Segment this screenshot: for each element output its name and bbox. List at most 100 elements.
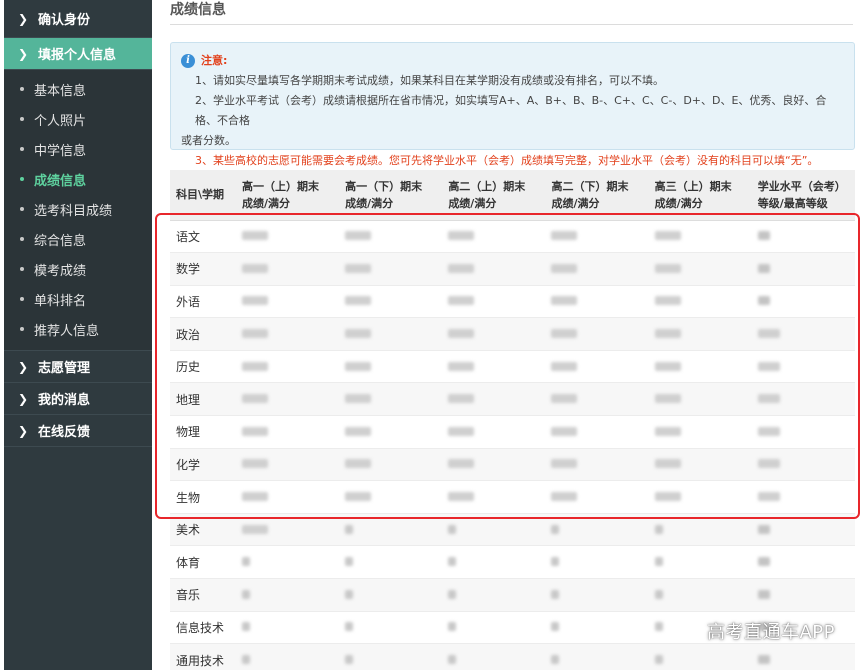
grade-cell[interactable]: [648, 545, 752, 580]
grade-cell[interactable]: [442, 448, 546, 482]
sidebar-group-feedback[interactable]: ❯ 在线反馈: [4, 415, 152, 447]
grade-cell[interactable]: [648, 415, 752, 449]
grade-cell[interactable]: [339, 545, 443, 580]
grade-cell[interactable]: [236, 545, 340, 580]
grade-cell[interactable]: [236, 611, 340, 645]
grade-cell[interactable]: [442, 611, 546, 645]
sidebar-group-confirm-identity[interactable]: ❯ 确认身份: [4, 0, 152, 38]
grade-cell[interactable]: [648, 643, 752, 670]
sidebar-group-messages[interactable]: ❯ 我的消息: [4, 383, 152, 415]
sidebar-item-basic-info[interactable]: 基本信息: [4, 74, 152, 104]
grade-cell[interactable]: [545, 317, 649, 351]
grade-cell[interactable]: [236, 220, 340, 254]
grade-cell[interactable]: [339, 252, 443, 286]
grade-cell[interactable]: [545, 578, 649, 612]
grade-cell[interactable]: [545, 611, 649, 645]
grade-cell[interactable]: [339, 578, 443, 612]
grade-cell[interactable]: [236, 382, 340, 417]
grade-cell[interactable]: [236, 317, 340, 351]
grade-cell[interactable]: [339, 480, 443, 514]
grade-cell[interactable]: [339, 350, 443, 384]
sidebar-item-mock-exam[interactable]: 模考成绩: [4, 254, 152, 284]
grade-cell[interactable]: [339, 220, 443, 254]
grade-cell[interactable]: [236, 252, 340, 286]
grade-cell[interactable]: [648, 350, 752, 384]
grade-cell[interactable]: [545, 415, 649, 449]
obscured-value: [448, 296, 475, 306]
grade-cell[interactable]: [648, 578, 752, 612]
grade-cell[interactable]: [236, 578, 340, 612]
grade-cell[interactable]: [339, 415, 443, 449]
grade-cell[interactable]: [442, 578, 546, 612]
grade-cell[interactable]: [751, 545, 855, 580]
grade-cell[interactable]: [751, 448, 855, 482]
sidebar-item-elective-grades[interactable]: 选考科目成绩: [4, 194, 152, 224]
grade-cell[interactable]: [751, 480, 855, 514]
grade-cell[interactable]: [751, 382, 855, 417]
grade-cell[interactable]: [442, 285, 546, 319]
grade-cell[interactable]: [339, 317, 443, 351]
grade-cell[interactable]: [648, 317, 752, 351]
grade-cell[interactable]: [442, 480, 546, 514]
grade-cell[interactable]: [751, 252, 855, 286]
grade-cell[interactable]: [545, 285, 649, 319]
grade-cell[interactable]: [648, 382, 752, 417]
grade-cell[interactable]: [751, 285, 855, 319]
grade-cell[interactable]: [545, 480, 649, 514]
sidebar-group-application[interactable]: ❯ 志愿管理: [4, 351, 152, 383]
obscured-value: [551, 329, 578, 339]
grade-cell[interactable]: [545, 448, 649, 482]
grade-cell[interactable]: [339, 382, 443, 417]
sidebar-item-comprehensive-info[interactable]: 综合信息: [4, 224, 152, 254]
sidebar-group-personal-info[interactable]: ❯ 填报个人信息: [4, 38, 152, 70]
grade-cell[interactable]: [648, 285, 752, 319]
grade-cell[interactable]: [442, 545, 546, 580]
grade-cell[interactable]: [442, 382, 546, 417]
sidebar-group-label: 填报个人信息: [38, 48, 117, 63]
grade-cell[interactable]: [545, 643, 649, 670]
grade-cell[interactable]: [751, 513, 855, 547]
grade-cell[interactable]: [648, 220, 752, 254]
grade-cell[interactable]: [442, 220, 546, 254]
grade-cell[interactable]: [339, 448, 443, 482]
grade-cell[interactable]: [545, 220, 649, 254]
grade-cell[interactable]: [751, 220, 855, 254]
grade-cell[interactable]: [339, 643, 443, 670]
grade-cell[interactable]: [339, 611, 443, 645]
grade-cell[interactable]: [751, 578, 855, 612]
grade-cell[interactable]: [648, 448, 752, 482]
grade-cell[interactable]: [545, 382, 649, 417]
grade-cell[interactable]: [442, 415, 546, 449]
grade-cell[interactable]: [751, 643, 855, 670]
grade-cell[interactable]: [236, 350, 340, 384]
grade-cell[interactable]: [751, 415, 855, 449]
grade-cell[interactable]: [751, 350, 855, 384]
grade-cell[interactable]: [236, 643, 340, 670]
grade-cell[interactable]: [442, 350, 546, 384]
grade-cell[interactable]: [236, 415, 340, 449]
grade-cell[interactable]: [648, 480, 752, 514]
sidebar-item-subject-rank[interactable]: 单科排名: [4, 284, 152, 314]
grade-cell[interactable]: [442, 317, 546, 351]
grade-cell[interactable]: [236, 285, 340, 319]
grade-cell[interactable]: [442, 513, 546, 547]
grade-cell[interactable]: [751, 317, 855, 351]
grade-cell[interactable]: [545, 350, 649, 384]
grade-cell[interactable]: [545, 252, 649, 286]
grade-cell[interactable]: [545, 513, 649, 547]
grade-cell[interactable]: [442, 252, 546, 286]
grade-cell[interactable]: [339, 285, 443, 319]
sidebar-item-photo[interactable]: 个人照片: [4, 104, 152, 134]
grade-cell[interactable]: [648, 252, 752, 286]
sidebar-item-school-info[interactable]: 中学信息: [4, 134, 152, 164]
grade-cell[interactable]: [236, 513, 340, 547]
sidebar-item-referrer-info[interactable]: 推荐人信息: [4, 314, 152, 344]
grade-cell[interactable]: [236, 448, 340, 482]
sidebar-item-grades[interactable]: 成绩信息: [4, 164, 152, 194]
grade-cell[interactable]: [545, 545, 649, 580]
grade-cell[interactable]: [236, 480, 340, 514]
bullet-icon: [20, 147, 24, 151]
grade-cell[interactable]: [648, 513, 752, 547]
grade-cell[interactable]: [339, 513, 443, 547]
grade-cell[interactable]: [442, 643, 546, 670]
